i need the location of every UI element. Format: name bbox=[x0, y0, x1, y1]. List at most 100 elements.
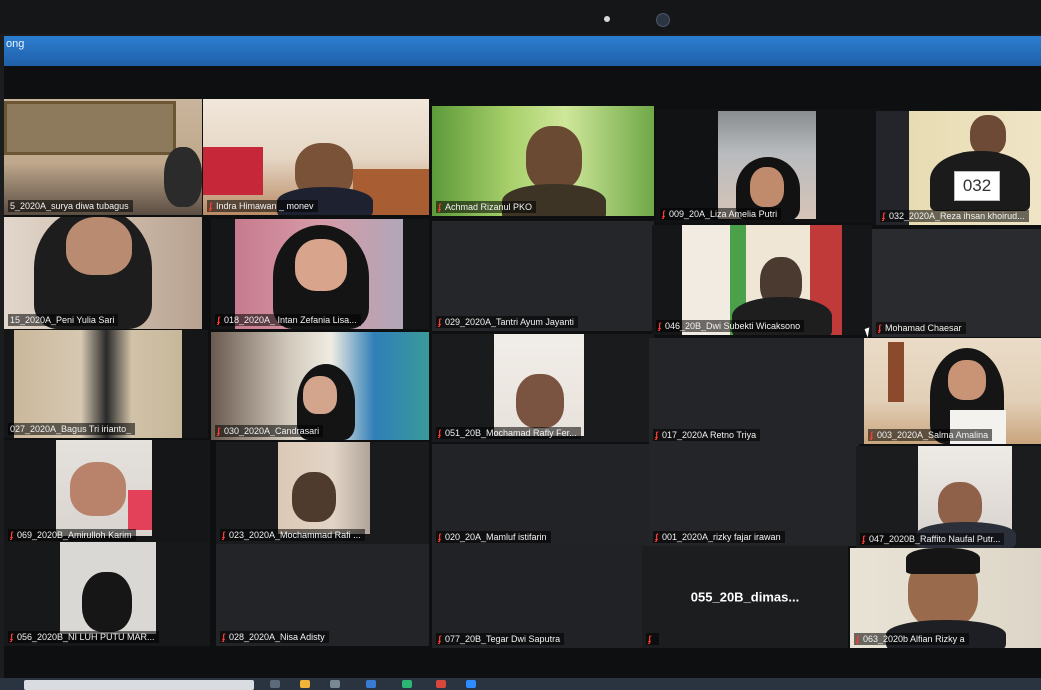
participant-video-off bbox=[432, 221, 654, 331]
wall-painting bbox=[4, 101, 176, 155]
participant-tile[interactable]: ʄ Mohamad Chaesar bbox=[872, 229, 1041, 337]
participant-tile[interactable]: ʄ 069_2020B_Amirulloh Karim bbox=[4, 440, 210, 544]
muted-mic-icon: ʄ bbox=[438, 202, 441, 212]
participant-tile[interactable]: ʄ 023_2020A_Mochammad Rafi ... bbox=[216, 442, 429, 544]
participant-face bbox=[292, 472, 336, 522]
participant-name-label: ʄ Achmad Rizanul PKO bbox=[436, 201, 537, 213]
muted-mic-icon: ʄ bbox=[222, 632, 225, 642]
participant-name-label: 5_2020A_surya diwa tubagus bbox=[8, 200, 133, 212]
participant-face bbox=[70, 462, 126, 516]
paper-sign: 032 bbox=[954, 171, 1000, 201]
participant-name-label: ʄ 001_2020A_rizky fajar irawan bbox=[653, 531, 785, 543]
participant-figure bbox=[164, 147, 202, 207]
participant-name-label: ʄ 047_2020B_Raffito Naufal Putr... bbox=[860, 533, 1005, 545]
muted-mic-icon: ʄ bbox=[10, 530, 13, 540]
muted-mic-icon: ʄ bbox=[870, 430, 873, 440]
participant-face bbox=[516, 374, 564, 428]
door bbox=[888, 342, 904, 402]
participant-name-label: ʄ 029_2020A_Tantri Ayum Jayanti bbox=[436, 316, 578, 328]
monitor-bezel bbox=[0, 0, 1041, 34]
participant-name-label: 15_2020A_Peni Yulia Sari bbox=[8, 314, 119, 326]
participant-silhouette bbox=[82, 572, 132, 632]
participant-video: 032 bbox=[876, 111, 1041, 225]
participant-name-label: ʄ 018_2020A_ Intan Zefania Lisa... bbox=[215, 314, 361, 326]
participant-name-label: ʄ 077_20B_Tegar Dwi Saputra bbox=[436, 633, 565, 645]
participant-name-label: ʄ 009_20A_Liza Amelia Putri bbox=[660, 208, 782, 220]
meeting-gallery-view: 5_2020A_surya diwa tubagus ʄ Indra Himawa… bbox=[4, 66, 1041, 678]
participant-tile[interactable]: ʄ 020_20A_Mamluf istifarin bbox=[432, 444, 650, 546]
participant-hair bbox=[906, 548, 980, 574]
webcam-lens-icon bbox=[656, 13, 670, 27]
window-titlebar[interactable]: ong bbox=[4, 36, 1041, 66]
participant-tile[interactable]: ʄ 047_2020B_Raffito Naufal Putr... bbox=[856, 446, 1041, 548]
participant-video bbox=[211, 219, 429, 329]
muted-mic-icon: ʄ bbox=[662, 209, 665, 219]
participant-face bbox=[303, 376, 337, 414]
participant-tile[interactable]: ʄ 001_2020A_rizky fajar irawan bbox=[649, 444, 859, 546]
participant-tile[interactable]: 15_2020A_Peni Yulia Sari bbox=[4, 217, 202, 329]
participant-tile[interactable]: ʄ 028_2020A_Nisa Adisty bbox=[216, 544, 429, 646]
participant-tile[interactable]: 027_2020A_Bagus Tri irianto_ bbox=[4, 330, 208, 438]
participant-video bbox=[652, 225, 872, 335]
participant-tile[interactable]: 055_20B_dimas... ʄ bbox=[642, 546, 848, 648]
camera-feed bbox=[14, 330, 182, 438]
participant-name-label: ʄ 069_2020B_Amirulloh Karim bbox=[8, 529, 136, 541]
participant-video bbox=[4, 99, 202, 215]
participant-center-name: 055_20B_dimas... bbox=[690, 589, 800, 605]
chrome-icon[interactable] bbox=[402, 680, 412, 688]
participant-name-label: ʄ Indra Himawan _ monev bbox=[207, 200, 318, 212]
participant-tile[interactable]: ʄ 018_2020A_ Intan Zefania Lisa... bbox=[211, 219, 429, 329]
participant-video bbox=[211, 332, 429, 440]
participant-video-off bbox=[872, 229, 1041, 337]
muted-mic-icon: ʄ bbox=[862, 534, 865, 544]
muted-mic-icon: ʄ bbox=[438, 428, 441, 438]
participant-tile[interactable]: ʄ 063_2020b Alfian Rizky a bbox=[850, 548, 1041, 648]
participant-tile[interactable]: ʄ 029_2020A_Tantri Ayum Jayanti bbox=[432, 221, 654, 331]
browser-icon[interactable] bbox=[366, 680, 376, 688]
muted-mic-icon: ʄ bbox=[217, 315, 220, 325]
participant-name-label: ʄ 032_2020A_Reza ihsan khoirud... bbox=[880, 210, 1029, 222]
participant-face bbox=[948, 360, 986, 400]
participant-video bbox=[203, 99, 429, 215]
participant-tile[interactable]: ʄ 017_2020A Retno Triya bbox=[649, 338, 867, 444]
participant-name-label: ʄ 017_2020A Retno Triya bbox=[653, 429, 761, 441]
participant-video bbox=[656, 109, 882, 223]
participant-video bbox=[432, 106, 654, 216]
participant-name-label: ʄ 003_2020A_Salma Amalina bbox=[868, 429, 993, 441]
participant-tile[interactable]: ʄ 077_20B_Tegar Dwi Saputra bbox=[432, 546, 642, 648]
participant-tile[interactable]: ʄ 056_2020B_NI LUH PUTU MAR... bbox=[4, 542, 210, 646]
participant-tile[interactable]: ʄ 046_20B_Dwi Subekti Wicaksono bbox=[652, 225, 872, 335]
task-view-icon[interactable] bbox=[270, 680, 280, 688]
muted-mic-icon: ʄ bbox=[655, 532, 658, 542]
participant-face bbox=[295, 239, 347, 291]
zoom-icon[interactable] bbox=[466, 680, 476, 688]
participant-tile-active-speaker[interactable]: ʄ 009_20A_Liza Amelia Putri bbox=[656, 109, 882, 223]
taskbar-search-box[interactable] bbox=[24, 680, 254, 690]
muted-mic-icon: ʄ bbox=[878, 323, 881, 333]
participant-tile[interactable]: ʄ 003_2020A_Salma Amalina bbox=[864, 338, 1041, 444]
participant-tile[interactable]: ʄ 051_20B_Mochamad Rafly Fer... bbox=[432, 334, 654, 442]
muted-mic-icon: ʄ bbox=[10, 632, 13, 642]
muted-mic-icon: ʄ bbox=[438, 317, 441, 327]
muted-mic-icon: ʄ bbox=[655, 430, 658, 440]
participant-video bbox=[4, 217, 202, 329]
file-explorer-icon[interactable] bbox=[300, 680, 310, 688]
participant-tile[interactable]: ʄ 030_2020A_Candrasari bbox=[211, 332, 429, 440]
participant-video bbox=[432, 334, 654, 442]
window-title: ong bbox=[6, 38, 25, 50]
muted-mic-icon: ʄ bbox=[856, 634, 859, 644]
participant-tile[interactable]: 032 ʄ 032_2020A_Reza ihsan khoirud... bbox=[876, 111, 1041, 225]
participant-tile[interactable]: ʄ Indra Himawan _ monev bbox=[203, 99, 429, 215]
participant-face bbox=[750, 167, 784, 207]
participant-name-label: ʄ 020_20A_Mamluf istifarin bbox=[436, 531, 551, 543]
participant-name-label: ʄ 028_2020A_Nisa Adisty bbox=[220, 631, 329, 643]
participant-tile[interactable]: ʄ Achmad Rizanul PKO bbox=[432, 106, 654, 216]
app-icon[interactable] bbox=[436, 680, 446, 688]
participant-face bbox=[526, 126, 582, 190]
participant-tile[interactable]: 5_2020A_surya diwa tubagus bbox=[4, 99, 202, 215]
muted-mic-icon: ʄ bbox=[648, 634, 651, 644]
participant-name-label: ʄ 046_20B_Dwi Subekti Wicaksono bbox=[656, 320, 805, 332]
participant-name-label: ʄ 023_2020A_Mochammad Rafi ... bbox=[220, 529, 365, 541]
muted-mic-icon: ʄ bbox=[217, 426, 220, 436]
store-icon[interactable] bbox=[330, 680, 340, 688]
